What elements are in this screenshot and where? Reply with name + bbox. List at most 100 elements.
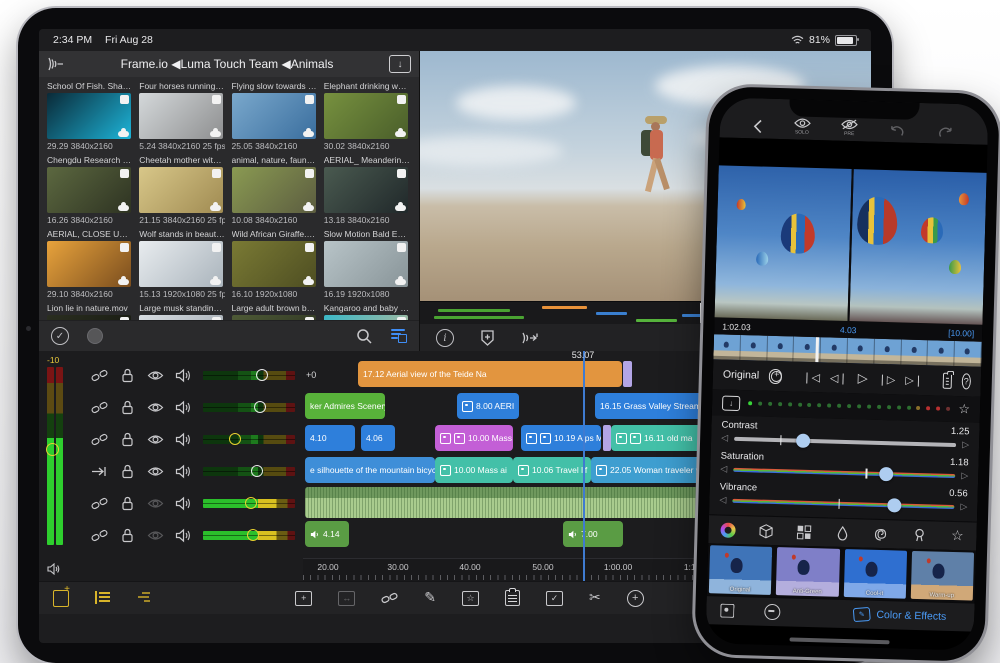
help-icon[interactable]: ?: [961, 373, 972, 390]
solo-eye-icon[interactable]: SOLO: [793, 117, 811, 136]
tab-keyhole-icon[interactable]: [910, 526, 927, 543]
link-track-icon[interactable]: [91, 432, 108, 447]
transition-clip[interactable]: [603, 425, 611, 451]
track-volume-meter[interactable]: [203, 368, 295, 381]
undo-icon[interactable]: [888, 125, 906, 138]
search-icon[interactable]: [356, 328, 373, 345]
visibility-eye-icon[interactable]: [147, 528, 164, 543]
slider-track[interactable]: [734, 433, 957, 448]
preset-dot[interactable]: [946, 406, 951, 411]
skip-end-button[interactable]: ▷❘: [905, 373, 923, 386]
visibility-eye-icon[interactable]: [147, 464, 164, 479]
scissors-icon[interactable]: ✂: [589, 591, 601, 605]
track-list-icon[interactable]: [95, 591, 110, 605]
select-clips-icon[interactable]: ✓: [546, 590, 563, 606]
media-clip[interactable]: animal, nature, fauna a... 10.08 3840x21…: [231, 155, 318, 225]
tab-star-icon[interactable]: ☆: [949, 527, 966, 544]
record-icon[interactable]: [87, 328, 103, 344]
media-thumbnail[interactable]: [47, 93, 131, 139]
track-volume-meter[interactable]: [203, 496, 295, 509]
preset-dot[interactable]: [757, 401, 763, 406]
skip-start-button[interactable]: ❘◁: [802, 370, 820, 383]
insert-clip-icon[interactable]: +: [295, 590, 313, 606]
mute-speaker-icon[interactable]: [175, 496, 192, 511]
preset-dot[interactable]: [876, 404, 881, 409]
tab-cube-icon[interactable]: [757, 522, 774, 539]
prev-frame-button[interactable]: ◁❘: [830, 371, 848, 384]
timeline-clip[interactable]: 10.06 Travel lif: [513, 457, 591, 483]
timeline-clip[interactable]: 4.14: [305, 521, 349, 547]
lock-icon[interactable]: [119, 400, 136, 415]
preset-dot[interactable]: [916, 405, 921, 411]
select-checkbox-icon[interactable]: [396, 169, 406, 178]
visibility-eye-icon[interactable]: [147, 368, 164, 383]
slider-track[interactable]: [733, 466, 956, 482]
media-thumbnail[interactable]: [139, 93, 224, 139]
preset-dot[interactable]: [817, 403, 822, 408]
preset-dot[interactable]: [807, 402, 812, 408]
media-clip[interactable]: Wild African Giraffe.mov 16.10 1920x1080: [231, 229, 318, 299]
slider-thumb[interactable]: [795, 433, 811, 448]
overwrite-clip-icon[interactable]: ↔: [338, 590, 356, 606]
timeline-clip[interactable]: 7.00: [563, 521, 623, 547]
download-icon[interactable]: ↓: [389, 55, 411, 73]
media-clip[interactable]: Cheetah mother with c... 21.15 3840x2160…: [139, 155, 225, 225]
favorite-star-icon[interactable]: ☆: [958, 402, 970, 417]
preset-thumbnail[interactable]: Warm-up: [910, 550, 975, 601]
preset-dot[interactable]: [896, 405, 901, 410]
compare-toggle-icon[interactable]: [768, 368, 783, 384]
sort-icon[interactable]: [391, 329, 407, 343]
media-thumbnail[interactable]: [139, 315, 224, 320]
media-clip[interactable]: Flying slow towards a fj... 25.05 3840x2…: [231, 81, 318, 151]
visibility-eye-icon[interactable]: [147, 432, 164, 447]
back-icon[interactable]: [753, 118, 763, 134]
track-volume-meter[interactable]: [203, 528, 295, 541]
select-checkbox-icon[interactable]: [212, 243, 222, 252]
speed-icon[interactable]: [764, 603, 781, 621]
playhead[interactable]: [583, 351, 585, 581]
media-thumbnail[interactable]: [47, 315, 131, 320]
main-track-arrow-icon[interactable]: [91, 464, 108, 479]
media-clip[interactable]: Four horses running on... 5.24 3840x2160…: [139, 81, 225, 151]
slider-decrement[interactable]: ◁: [719, 495, 726, 505]
visibility-eye-icon[interactable]: [147, 400, 164, 415]
preset-dot[interactable]: [886, 405, 891, 410]
slider-thumb[interactable]: [887, 498, 902, 513]
lock-icon[interactable]: [119, 432, 136, 447]
link-track-icon[interactable]: [91, 528, 108, 543]
media-clip[interactable]: School Of Fish. Sharks... 29.29 3840x216…: [47, 81, 133, 151]
slider-decrement[interactable]: ◁: [721, 434, 728, 444]
timeline-clip[interactable]: 4.10: [305, 425, 355, 451]
volume-knob[interactable]: [245, 496, 257, 509]
volume-knob[interactable]: [251, 464, 263, 477]
link-track-icon[interactable]: [91, 496, 108, 511]
timeline-clip[interactable]: 10.00 Mass: [435, 425, 513, 451]
mute-speaker-icon[interactable]: [175, 400, 192, 415]
volume-knob[interactable]: [247, 528, 259, 541]
overlay-add-icon[interactable]: [480, 330, 495, 346]
media-thumbnail[interactable]: [231, 167, 316, 213]
media-thumbnail[interactable]: [47, 241, 131, 287]
transition-clip[interactable]: [623, 361, 632, 387]
timeline-clip[interactable]: ker Admires Scenery: [305, 393, 385, 419]
info-icon[interactable]: i: [436, 329, 454, 347]
link-track-icon[interactable]: [91, 400, 108, 415]
mute-speaker-icon[interactable]: [175, 368, 192, 383]
preset-dots[interactable]: [748, 401, 951, 411]
timeline-clip[interactable]: e silhouette of the mountain bicyc: [305, 457, 435, 483]
select-checkbox-icon[interactable]: [120, 95, 129, 104]
save-preset-icon[interactable]: ↓: [721, 395, 741, 411]
lock-icon[interactable]: [119, 464, 136, 479]
tab-color-wheel-icon[interactable]: [719, 521, 736, 538]
lock-icon[interactable]: [119, 528, 136, 543]
media-breadcrumb[interactable]: Frame.io ◀Luma Touch Team ◀Animals: [65, 57, 389, 71]
select-checkbox-icon[interactable]: [120, 317, 129, 320]
link-clips-icon[interactable]: [381, 592, 398, 605]
media-thumbnail[interactable]: [139, 241, 224, 287]
timeline-clip[interactable]: 10.19 Alps M: [521, 425, 601, 451]
preset-dot[interactable]: [767, 401, 773, 406]
copy-settings-icon[interactable]: [942, 372, 952, 389]
edit-pencil-icon[interactable]: ✎: [424, 591, 436, 605]
redo-icon[interactable]: [936, 126, 954, 139]
mute-speaker-icon[interactable]: [175, 464, 192, 479]
